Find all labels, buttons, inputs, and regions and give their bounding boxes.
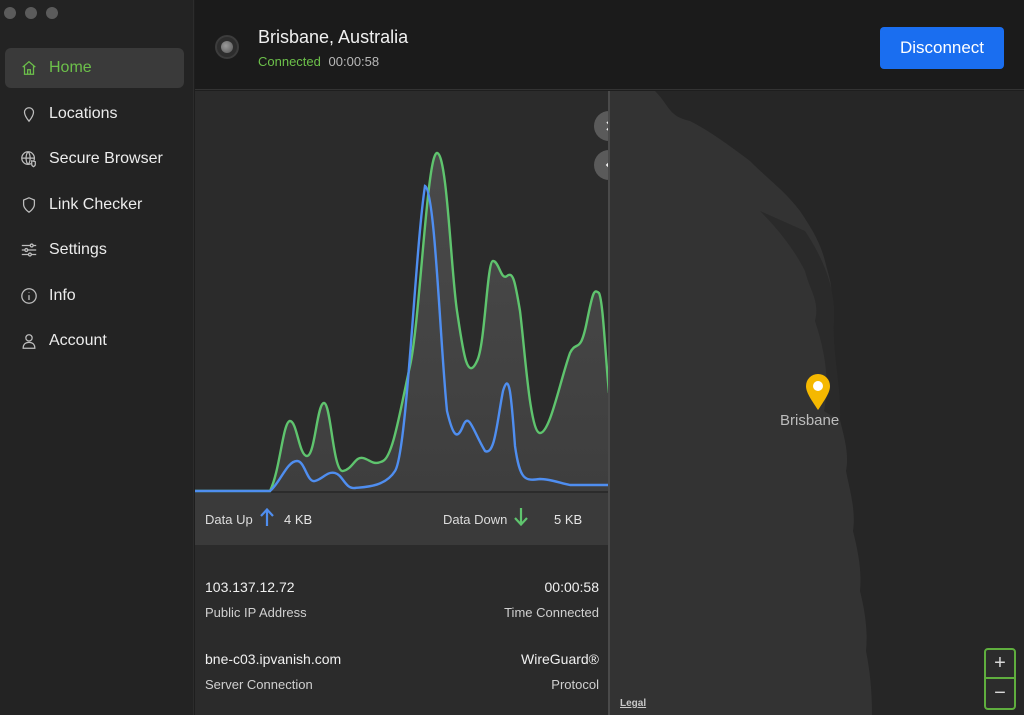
data-up-label: Data Up: [205, 511, 253, 527]
connection-status-icon: [215, 35, 239, 59]
stats-panel: Data Up 4 KB Data Down 5 KB 103.137.12.7…: [195, 91, 624, 715]
sidebar-item-label: Home: [49, 59, 92, 76]
sidebar-item-label: Settings: [49, 241, 107, 258]
connection-header: Brisbane, Australia Connected 00:00:58 D…: [195, 0, 1024, 90]
globe-shield-icon: [19, 149, 39, 169]
sidebar-item-info[interactable]: Info: [5, 276, 184, 316]
sidebar-item-account[interactable]: Account: [5, 321, 184, 361]
sidebar-item-home[interactable]: Home: [5, 48, 184, 88]
connection-status-line: Connected 00:00:58: [258, 54, 379, 69]
sidebar-item-label: Info: [49, 286, 76, 304]
location-pin-icon: [19, 104, 39, 124]
sliders-icon: [19, 240, 39, 260]
disconnect-button[interactable]: Disconnect: [880, 27, 1004, 69]
data-down-value: 5 KB: [554, 511, 583, 527]
time-connected-label: Time Connected: [504, 605, 599, 620]
legal-link[interactable]: Legal: [620, 698, 646, 709]
shield-icon: [19, 195, 39, 215]
info-icon: [19, 286, 39, 306]
sidebar-nav: Home Locations Secure Browser Link Check…: [5, 48, 184, 367]
minimize-window-button[interactable]: [25, 7, 37, 19]
sidebar-item-label: Locations: [49, 104, 118, 122]
protocol-label: Protocol: [551, 677, 599, 692]
connection-details: 103.137.12.72 Public IP Address 00:00:58…: [195, 545, 609, 715]
sidebar-item-label: Link Checker: [49, 195, 143, 213]
home-icon: [19, 58, 39, 78]
server-connection-label: Server Connection: [205, 677, 313, 692]
location-pin-marker[interactable]: [804, 373, 832, 411]
data-up-value: 4 KB: [284, 511, 313, 527]
connected-location: Brisbane, Australia: [258, 27, 409, 47]
sidebar-item-secure-browser[interactable]: Secure Browser: [5, 139, 184, 179]
zoom-in-button[interactable]: +: [986, 650, 1014, 679]
traffic-graph: [195, 91, 609, 493]
time-connected-value: 00:00:58: [544, 579, 600, 595]
map-zoom-controls: + −: [984, 648, 1016, 710]
protocol-value: WireGuard®: [521, 651, 599, 667]
window-controls: [4, 7, 58, 19]
arrow-down-icon: [513, 507, 529, 530]
zoom-window-button[interactable]: [46, 7, 58, 19]
map-view[interactable]: Brisbane Legal + −: [610, 91, 1024, 715]
sidebar-item-locations[interactable]: Locations: [5, 94, 184, 134]
user-icon: [19, 331, 39, 351]
public-ip-label: Public IP Address: [205, 605, 307, 620]
connection-timer: 00:00:58: [328, 54, 380, 69]
connection-status: Connected: [258, 54, 321, 69]
sidebar-item-settings[interactable]: Settings: [5, 230, 184, 270]
server-connection-value: bne-c03.ipvanish.com: [205, 651, 342, 667]
arrow-up-icon: [259, 507, 275, 530]
sidebar-item-link-checker[interactable]: Link Checker: [5, 185, 184, 225]
sidebar-item-label: Account: [49, 332, 107, 349]
sidebar-item-label: Secure Browser: [49, 150, 163, 167]
public-ip-value: 103.137.12.72: [205, 579, 295, 595]
map-pin-label: Brisbane: [780, 412, 840, 429]
data-rate-bar: Data Up 4 KB Data Down 5 KB: [195, 493, 609, 545]
zoom-out-button[interactable]: −: [986, 679, 1014, 708]
sidebar: Home Locations Secure Browser Link Check…: [0, 0, 194, 715]
close-window-button[interactable]: [4, 7, 16, 19]
data-down-label: Data Down: [443, 511, 508, 527]
traffic-graph-svg: [195, 151, 609, 493]
